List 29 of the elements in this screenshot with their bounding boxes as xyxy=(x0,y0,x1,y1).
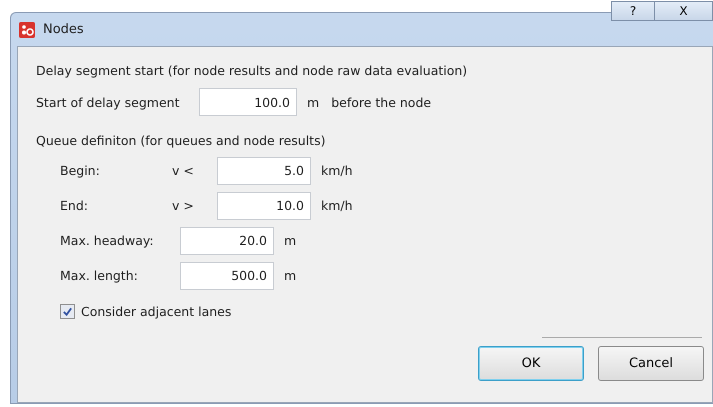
unit-label: km/h xyxy=(321,198,353,213)
field-suffix: before the node xyxy=(331,94,432,110)
unit-label: m xyxy=(284,268,296,283)
field-label: Start of delay segment xyxy=(36,94,180,110)
field-label: End: xyxy=(60,198,89,213)
speed-input[interactable]: 5.0 xyxy=(217,156,311,184)
checkbox[interactable] xyxy=(60,304,75,318)
help-button[interactable]: ? xyxy=(611,1,655,21)
speed-input[interactable]: 10.0 xyxy=(217,192,311,220)
value-input[interactable]: 500.0 xyxy=(180,262,274,290)
field-label: Max. length: xyxy=(60,268,139,283)
delay-input[interactable]: 100.0 xyxy=(199,88,297,116)
value-input[interactable]: 20.0 xyxy=(180,226,274,254)
check-icon xyxy=(62,306,73,316)
window-title: Nodes xyxy=(43,22,84,37)
field-label: Begin: xyxy=(60,163,101,178)
unit-label: km/h xyxy=(321,163,353,178)
dialog-button[interactable]: OK xyxy=(478,346,584,381)
operator-label: v < xyxy=(172,163,195,178)
operator-label: v > xyxy=(172,198,195,213)
section-heading: Queue definiton (for queues and node results) xyxy=(36,132,326,150)
checkbox-label[interactable]: Consider adjacent lanes xyxy=(81,304,232,318)
unit-label: m xyxy=(307,94,320,110)
app-icon xyxy=(19,22,35,38)
unit-label: m xyxy=(284,233,296,248)
dialog-button[interactable]: Cancel xyxy=(598,346,704,381)
close-button[interactable]: X xyxy=(655,1,713,21)
field-label: Max. headway: xyxy=(60,233,155,248)
section-heading: Delay segment start (for node results and node raw data evaluation) xyxy=(36,62,468,80)
